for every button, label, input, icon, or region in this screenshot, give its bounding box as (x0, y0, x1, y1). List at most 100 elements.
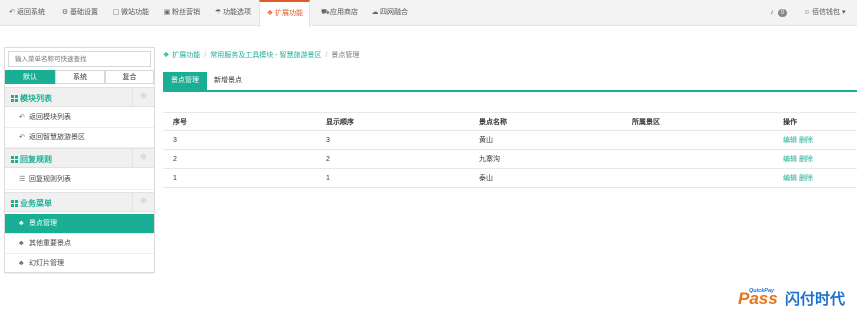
sidebar-item-label: 返回模块列表 (29, 114, 71, 121)
segment-composite[interactable]: 复合 (105, 70, 154, 84)
tab-scenic-management[interactable]: 景点管理 (163, 72, 207, 90)
topnav-basic-settings[interactable]: ⚙ 基础设置 (61, 0, 98, 26)
section-module-list: 模块列表 ⊙ (5, 87, 154, 107)
topnav-label: 基础设置 (70, 9, 98, 16)
sidebar-item-reply-rules[interactable]: ☰ 回复规则列表 (5, 170, 154, 190)
sidebar-item-scenic-management[interactable]: ♣ 景点管理 (5, 214, 154, 234)
topnav-options[interactable]: ☂ 功能选项 (214, 0, 251, 26)
user-menu[interactable]: ☺佰信钱包 ▾ (803, 0, 845, 26)
cell-id: 1 (173, 175, 177, 182)
table-row: 3 3 黄山 编辑 删除 (163, 131, 857, 150)
cart-icon: ⛟ (321, 9, 330, 16)
sidebar-item-label: 返回智慧旅游景区 (29, 134, 85, 141)
reply-icon: ↶ (9, 9, 15, 16)
section-title: 业务菜单 (11, 198, 52, 209)
topnav-label: 扩展功能 (275, 10, 303, 17)
col-header-order: 显示顺序 (326, 119, 354, 126)
breadcrumb-separator: / (325, 52, 328, 59)
col-header-name: 景点名称 (479, 119, 507, 126)
notification-button[interactable]: ♪ 0 (768, 0, 788, 26)
menu-search-input[interactable] (8, 51, 151, 67)
umbrella-icon: ☂ (214, 9, 222, 16)
sidebar-item-label: 其他重要景点 (29, 240, 71, 247)
briefcase-icon: ▣ (163, 9, 171, 16)
topnav-label: 应用商店 (330, 9, 358, 16)
col-header-id: 序号 (173, 119, 187, 126)
sidebar-item-other-scenic[interactable]: ♣ 其他重要景点 (5, 234, 154, 254)
collapse-toggle-icon[interactable]: ⊙ (132, 88, 154, 106)
topnav-label: 功能选项 (223, 9, 251, 16)
delete-link[interactable]: 删除 (799, 175, 813, 182)
sidebar-item-back-tourism[interactable]: ↶ 返回智慧旅游景区 (5, 128, 154, 148)
comments-icon: ☰ (19, 176, 26, 183)
delete-link[interactable]: 删除 (799, 137, 813, 144)
table-row: 1 1 泰山 编辑 删除 (163, 169, 857, 188)
bell-icon: ♪ (770, 9, 774, 16)
edit-link[interactable]: 编辑 (783, 175, 797, 182)
topnav-fan-marketing[interactable]: ▣ 粉丝营销 (163, 0, 200, 26)
breadcrumb-extensions[interactable]: 扩展功能 (172, 52, 200, 59)
user-label: 佰信钱包 (812, 9, 840, 16)
topnav-extensions[interactable]: ❖ 扩展功能 (259, 0, 310, 27)
sidebar: 默认 系统 复合 模块列表 ⊙ ↶ 返回模块列表 ↶ 返回智慧旅游景区 回复规则 ⊙… (4, 47, 155, 274)
col-header-area: 所属景区 (632, 119, 660, 126)
reply-icon: ↶ (19, 134, 25, 141)
topnav-back-to-system[interactable]: ↶ 返回系统 (8, 0, 45, 26)
cell-id: 3 (173, 137, 177, 144)
topnav-microsite[interactable]: ▢ 微站功能 (112, 0, 149, 26)
sidebar-item-back-module-list[interactable]: ↶ 返回模块列表 (5, 108, 154, 128)
topnav-four-network[interactable]: ☁ 四网融合 (371, 0, 409, 26)
notification-badge: 0 (778, 9, 788, 17)
edit-link[interactable]: 编辑 (783, 137, 797, 144)
square-icon: ▢ (112, 9, 120, 16)
grid-icon (11, 95, 18, 102)
section-title: 回复规则 (11, 154, 52, 165)
sidebar-item-slideshow[interactable]: ♣ 幻灯片管理 (5, 254, 154, 274)
sidebar-item-label: 幻灯片管理 (29, 260, 64, 267)
cubes-icon: ❖ (163, 52, 170, 59)
collapse-toggle-icon[interactable]: ⊙ (132, 193, 154, 211)
reply-icon: ↶ (19, 114, 25, 121)
brand-cn-text: 闪付时代 (785, 290, 845, 308)
cell-id: 2 (173, 156, 177, 163)
cell-actions: 编辑 删除 (783, 169, 815, 188)
cubes-icon: ❖ (266, 10, 274, 17)
edit-link[interactable]: 编辑 (783, 156, 797, 163)
tab-bar: 景点管理 新增景点 (163, 72, 857, 92)
col-header-actions: 操作 (783, 119, 797, 126)
topnav-label: 微站功能 (121, 9, 149, 16)
user-icon: ☺ (803, 9, 811, 16)
topnav-label: 返回系统 (17, 9, 45, 16)
cell-actions: 编辑 删除 (783, 131, 815, 150)
sidebar-item-label: 景点管理 (29, 220, 57, 227)
topnav-label: 四网融合 (380, 9, 408, 16)
sidebar-item-label: 回复规则列表 (29, 176, 71, 183)
collapse-toggle-icon[interactable]: ⊙ (132, 149, 154, 167)
topnav-app-store[interactable]: ⛟应用商店 (321, 0, 358, 26)
breadcrumb-module[interactable]: 常用服务及工具模块 - 智慧旅游景区 (210, 52, 321, 59)
section-title-text: 业务菜单 (20, 199, 52, 208)
table-header: 序号 显示顺序 景点名称 所属景区 操作 (163, 112, 857, 131)
tab-add-scenic[interactable]: 新增景点 (206, 72, 250, 90)
section-title-text: 回复规则 (20, 155, 52, 164)
delete-link[interactable]: 删除 (799, 156, 813, 163)
tree-icon: ♣ (19, 260, 24, 267)
cell-order: 2 (326, 156, 330, 163)
section-business-menu: 业务菜单 ⊙ (5, 192, 154, 212)
cloud-icon: ☁ (371, 9, 379, 16)
breadcrumb: ❖ 扩展功能 / 常用服务及工具模块 - 智慧旅游景区 / 景点管理 (163, 50, 359, 60)
brand-logo: Pass QuickPay 闪付时代 (738, 288, 845, 308)
segment-system[interactable]: 系统 (55, 70, 105, 84)
breadcrumb-current: 景点管理 (331, 52, 360, 59)
cell-actions: 编辑 删除 (783, 150, 815, 169)
grid-icon (11, 156, 18, 163)
table-row: 2 2 九寨沟 编辑 删除 (163, 150, 857, 169)
segment-default[interactable]: 默认 (5, 70, 55, 84)
top-navbar: ↶ 返回系统 ⚙ 基础设置 ▢ 微站功能 ▣ 粉丝营销 ☂ 功能选项 ❖ 扩展功能 ⛟应用商… (0, 0, 857, 27)
cell-order: 1 (326, 175, 330, 182)
section-title: 模块列表 (11, 93, 52, 104)
gear-icon: ⚙ (61, 9, 69, 16)
section-reply-rules: 回复规则 ⊙ (5, 148, 154, 168)
caret-down-icon: ▾ (841, 9, 846, 16)
breadcrumb-separator: / (204, 52, 207, 59)
